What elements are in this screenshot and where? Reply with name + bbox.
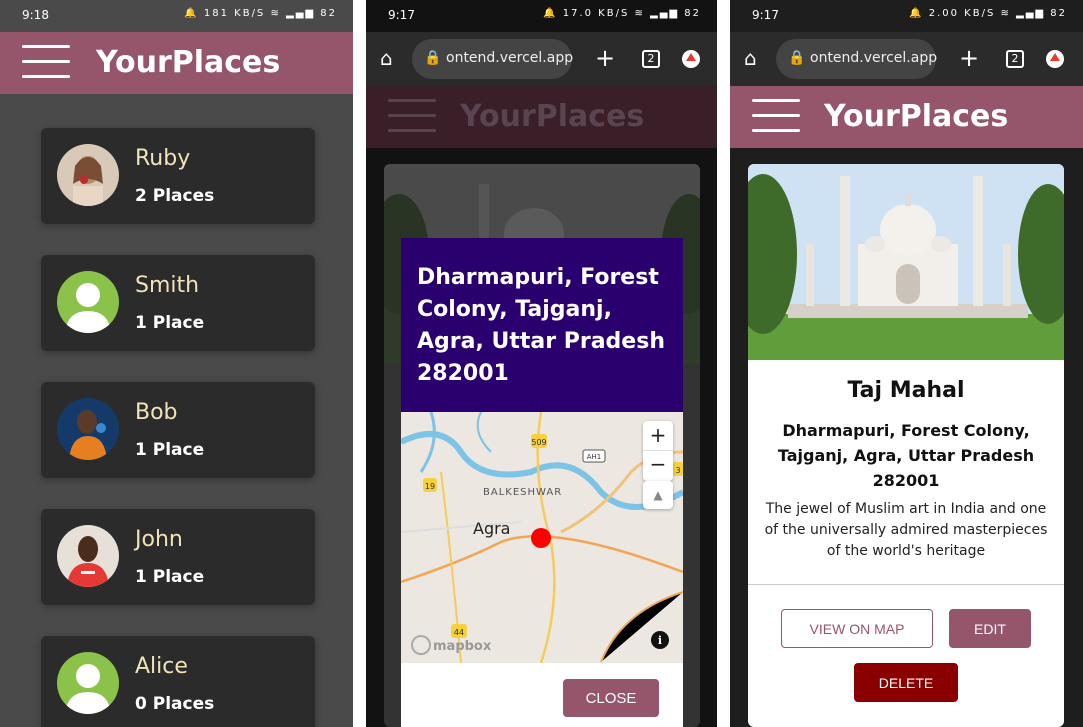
user-name: Bob [135,400,178,425]
app-header: YourPlaces [0,32,353,94]
view-on-map-button[interactable]: VIEW ON MAP [781,609,933,648]
user-card[interactable]: John 1 Place [41,509,315,605]
users-screen: 9:18 🔔 181 KB/S ≋ ▂▄▆ 82 YourPlaces Ruby… [0,0,353,727]
user-place-count: 0 Places [135,694,215,714]
place-description: The jewel of Muslim art in India and one… [764,501,1048,559]
map-city-label: Agra [473,519,510,538]
status-bar: 9:17 🔔 2.00 KB/S ≋ ▂▄▆ 82 [730,0,1083,32]
place-photo [748,164,1064,360]
user-place-count: 1 Place [135,567,205,587]
brand-title: YourPlaces [460,99,645,134]
new-tab-icon[interactable]: + [959,44,979,72]
tab-count-button[interactable]: 2 [1006,50,1024,68]
user-name: John [135,527,183,552]
close-button[interactable]: CLOSE [563,679,659,717]
road-shield-509: 509 [531,438,546,447]
user-avatar [57,652,119,714]
road-shield-44: 44 [454,628,464,637]
user-card[interactable]: Alice 0 Places [41,636,315,727]
user-card[interactable]: Smith 1 Place [41,255,315,351]
status-icons: 🔔 17.0 KB/S ≋ ▂▄▆ 82 [543,8,701,19]
app-header: YourPlaces [366,86,717,148]
location-marker[interactable] [531,528,551,548]
status-bar: 9:18 🔔 181 KB/S ≋ ▂▄▆ 82 [0,0,353,32]
browser-toolbar: ⌂ 🔒 ontend.vercel.app + 2 [366,32,717,86]
compass-icon[interactable]: ▲ [643,481,673,509]
lock-icon: 🔒 [424,50,442,66]
user-name: Smith [135,273,200,298]
update-icon[interactable] [682,50,700,68]
url-bar[interactable]: 🔒 ontend.vercel.app [412,39,574,79]
mapbox-logo: mapbox [433,639,492,654]
tab-count-button[interactable]: 2 [642,50,660,68]
user-avatar [57,398,119,460]
zoom-in-icon[interactable]: + [643,421,673,451]
url-text: ontend.vercel.app [810,50,938,66]
road-shield-ah1: AH1 [587,453,602,461]
user-card[interactable]: Ruby 2 Places [41,128,315,224]
map-modal: Dharmapuri, Forest Colony, Tajganj, Agra… [401,238,683,727]
place-card: Taj Mahal Dharmapuri, Forest Colony, Taj… [748,164,1064,727]
status-bar: 9:17 🔔 17.0 KB/S ≋ ▂▄▆ 82 [366,0,717,32]
status-icons: 🔔 181 KB/S ≋ ▂▄▆ 82 [184,8,337,19]
brand-title[interactable]: YourPlaces [96,45,280,80]
menu-icon[interactable] [22,45,70,81]
map-modal-screen: 9:17 🔔 17.0 KB/S ≋ ▂▄▆ 82 ⌂ 🔒 ontend.ver… [366,0,717,727]
menu-icon [388,99,436,135]
home-icon[interactable]: ⌂ [744,46,757,70]
user-avatar [57,144,119,206]
new-tab-icon[interactable]: + [595,44,615,72]
road-shield-19: 19 [425,482,435,491]
edit-button[interactable]: EDIT [949,609,1031,648]
brand-title[interactable]: YourPlaces [824,99,1008,134]
menu-icon[interactable] [752,99,800,135]
status-time: 9:18 [22,8,49,22]
zoom-control: + − [643,421,673,481]
update-icon[interactable] [1046,50,1064,68]
user-name: Ruby [135,146,191,171]
map-area-label: BALKESHWAR [483,487,562,498]
modal-header-address: Dharmapuri, Forest Colony, Tajganj, Agra… [401,238,683,412]
status-time: 9:17 [388,8,415,22]
map-canvas: 509 AH1 19 44 3 BALKESHWAR Agra mapbox i [401,412,683,663]
status-icons: 🔔 2.00 KB/S ≋ ▂▄▆ 82 [909,8,1067,19]
place-detail-screen: 9:17 🔔 2.00 KB/S ≋ ▂▄▆ 82 ⌂ 🔒 ontend.ver… [730,0,1083,727]
road-shield-3: 3 [675,466,680,475]
place-title: Taj Mahal [847,378,965,403]
user-place-count: 1 Place [135,313,205,333]
map-view[interactable]: 509 AH1 19 44 3 BALKESHWAR Agra mapbox i… [401,412,683,663]
user-card[interactable]: Bob 1 Place [41,382,315,478]
user-place-count: 2 Places [135,186,215,206]
delete-button[interactable]: DELETE [854,663,958,702]
place-address: Dharmapuri, Forest Colony, Tajganj, Agra… [777,421,1035,490]
user-place-count: 1 Place [135,440,205,460]
browser-toolbar: ⌂ 🔒 ontend.vercel.app + 2 [730,32,1083,86]
user-avatar [57,271,119,333]
status-time: 9:17 [752,8,779,22]
app-header: YourPlaces [730,86,1083,148]
divider [748,584,1064,585]
url-text: ontend.vercel.app [446,50,574,66]
user-avatar [57,525,119,587]
lock-icon: 🔒 [788,50,806,66]
zoom-out-icon[interactable]: − [643,451,673,481]
home-icon[interactable]: ⌂ [380,46,393,70]
user-name: Alice [135,654,188,679]
map-info-icon[interactable]: i [658,634,662,647]
url-bar[interactable]: 🔒 ontend.vercel.app [776,39,938,79]
